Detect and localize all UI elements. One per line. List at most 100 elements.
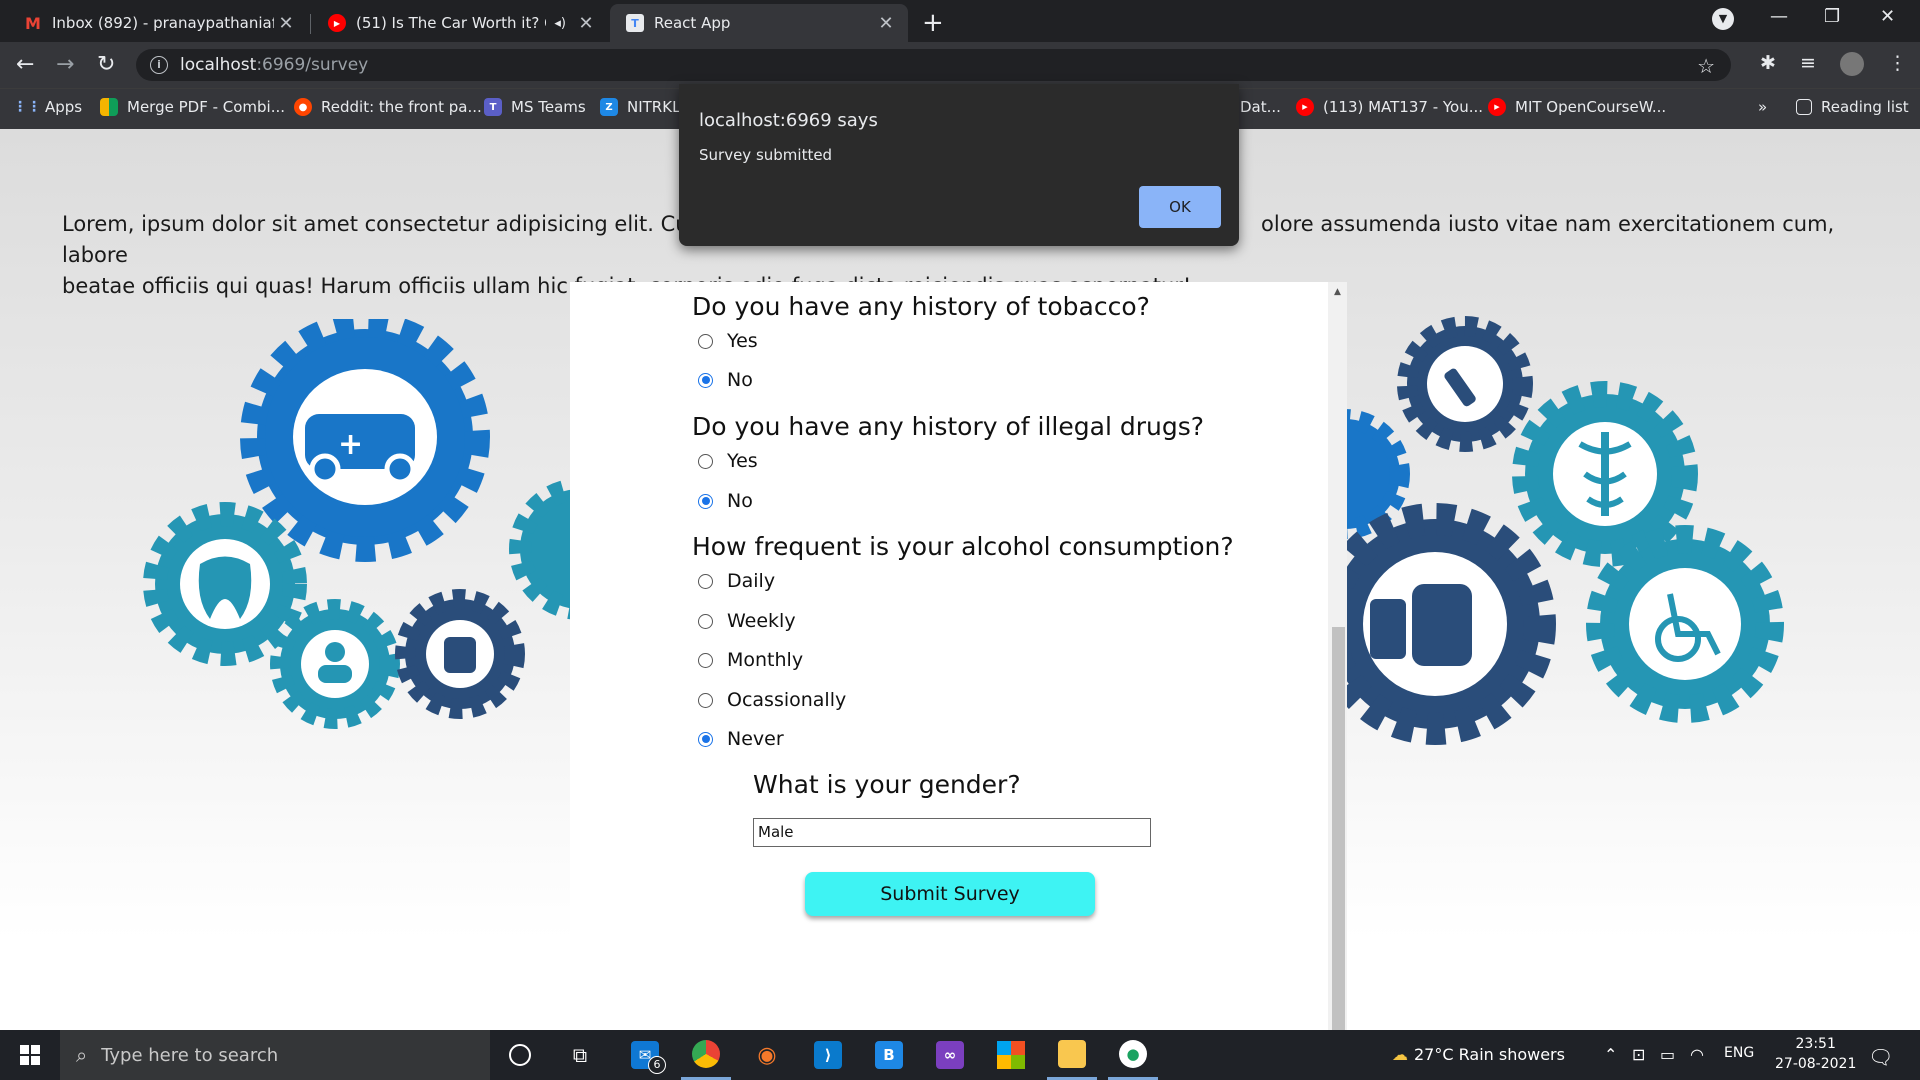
radio-label: Monthly [727, 649, 804, 671]
menu-icon[interactable]: ⋮ [1888, 52, 1907, 74]
tab-react-app[interactable]: T React App ✕ [610, 4, 908, 42]
mail-badge: 6 [648, 1056, 666, 1074]
vscode-icon[interactable]: ⟩ [803, 1030, 853, 1080]
tab-youtube[interactable]: ▶ (51) Is The Car Worth it? Onu ◂) ✕ [312, 4, 608, 42]
windows-start-icon[interactable] [5, 1030, 55, 1080]
tooth-gear-icon [143, 502, 307, 666]
new-tab-icon[interactable]: + [922, 8, 944, 38]
alert-message: Survey submitted [699, 146, 833, 164]
restore-icon[interactable]: ❐ [1824, 6, 1840, 27]
question-tobacco: Do you have any history of tobacco? [692, 292, 1150, 321]
radio-button[interactable] [698, 613, 713, 629]
wifi-icon[interactable]: ◠ [1690, 1045, 1704, 1064]
bookmarks-overflow-button[interactable]: » [1758, 98, 1767, 116]
extensions-icon[interactable]: ✱ [1760, 52, 1776, 74]
reddit-icon: ● [294, 98, 312, 116]
mail-icon[interactable]: ✉ 6 [620, 1030, 670, 1080]
media-control-icon[interactable]: ≡ [1800, 52, 1816, 74]
close-tab-icon[interactable]: ✕ [874, 13, 898, 34]
radio-tobacco-yes[interactable]: Yes [698, 330, 758, 352]
close-window-icon[interactable]: ✕ [1880, 6, 1895, 27]
rain-cloud-icon: ☁ [1392, 1045, 1408, 1064]
site-info-icon[interactable]: i [150, 56, 168, 74]
bookmark-reddit[interactable]: ● Reddit: the front pa... [294, 98, 482, 116]
radio-button[interactable] [698, 652, 713, 668]
bookmark-merge-pdf[interactable]: Merge PDF - Combi... [100, 98, 285, 116]
radio-alcohol-ocassionally[interactable]: Ocassionally [698, 689, 846, 711]
question-alcohol: How frequent is your alcohol consumption… [692, 532, 1234, 561]
reading-list-icon [1796, 99, 1812, 115]
bookmark-mit-ocw[interactable]: ▶ MIT OpenCourseW... [1488, 98, 1666, 116]
syringe-gear-icon [1397, 316, 1533, 452]
radio-button[interactable] [698, 333, 713, 349]
merge-pdf-icon [100, 98, 118, 116]
alert-ok-button[interactable]: OK [1139, 186, 1221, 228]
radio-button[interactable] [698, 453, 713, 469]
radio-button[interactable] [698, 692, 713, 708]
battery-icon[interactable]: ▭ [1660, 1045, 1675, 1064]
address-bar[interactable]: i localhost:6969/survey ☆ [136, 49, 1731, 81]
radio-alcohol-never[interactable]: Never [698, 728, 784, 750]
radio-drugs-no[interactable]: No [698, 490, 753, 512]
language-indicator[interactable]: ENG [1724, 1045, 1754, 1061]
clock-date: 27-08-2021 [1775, 1056, 1857, 1072]
file-explorer-icon[interactable] [1047, 1030, 1097, 1080]
survey-scrollbar[interactable]: ▲ ▼ [1328, 282, 1347, 1030]
app-b-icon[interactable]: B [864, 1030, 914, 1080]
tab-title: (51) Is The Car Worth it? Onu [356, 14, 546, 32]
back-icon[interactable]: ← [16, 52, 34, 77]
app-green-icon[interactable]: ● [1108, 1030, 1158, 1080]
task-view-icon[interactable]: ⧉ [555, 1030, 605, 1080]
blender-icon[interactable]: ◉ [742, 1030, 792, 1080]
radio-label: No [727, 369, 753, 391]
submit-survey-button[interactable]: Submit Survey [805, 872, 1095, 916]
radio-button[interactable] [698, 731, 713, 747]
radio-button[interactable] [698, 573, 713, 589]
bookmark-apps[interactable]: ⋮⋮ Apps [13, 98, 83, 116]
profile-avatar[interactable] [1840, 52, 1864, 76]
stethoscope-gear-partial [1340, 409, 1410, 539]
reading-list-button[interactable]: Reading list [1796, 98, 1909, 116]
meet-now-icon[interactable]: ⊡ [1632, 1045, 1645, 1064]
close-tab-icon[interactable]: ✕ [574, 13, 598, 34]
radio-alcohol-daily[interactable]: Daily [698, 570, 775, 592]
bookmark-nitrkl[interactable]: Z NITRKL [600, 98, 680, 116]
speaker-icon[interactable]: ◂) [554, 16, 566, 31]
bookmark-dat[interactable]: Dat... [1240, 98, 1281, 116]
taskbar-search-box[interactable]: ⌕ Type here to search [60, 1030, 490, 1080]
notifications-icon[interactable]: 🗨 [1868, 1045, 1893, 1069]
cortana-icon[interactable] [495, 1030, 545, 1080]
radio-alcohol-weekly[interactable]: Weekly [698, 610, 796, 632]
bookmark-star-icon[interactable]: ☆ [1697, 54, 1715, 78]
tab-divider [310, 14, 311, 34]
radio-alcohol-monthly[interactable]: Monthly [698, 649, 803, 671]
clock[interactable]: 23:51 27-08-2021 [1775, 1034, 1856, 1074]
tab-title: Inbox (892) - pranaypathaniafelik [52, 14, 274, 32]
weather-widget[interactable]: ☁ 27°C Rain showers [1392, 1045, 1565, 1064]
chrome-icon[interactable] [681, 1030, 731, 1080]
iv-bag-gear-icon [395, 589, 525, 719]
bookmark-ms-teams[interactable]: T MS Teams [484, 98, 586, 116]
weather-text: 27°C Rain showers [1414, 1045, 1565, 1064]
radio-tobacco-no[interactable]: No [698, 369, 753, 391]
microsoft-store-icon[interactable] [986, 1030, 1036, 1080]
radio-button[interactable] [698, 372, 713, 388]
forward-icon[interactable]: → [56, 52, 74, 77]
radio-label: Ocassionally [727, 689, 847, 711]
radio-button[interactable] [698, 493, 713, 509]
intro-text-left: Lorem, ipsum dolor sit amet consectetur … [62, 212, 710, 236]
close-tab-icon[interactable]: ✕ [274, 13, 298, 34]
bookmark-label: MS Teams [511, 98, 586, 116]
reload-icon[interactable]: ↻ [97, 52, 115, 77]
tab-gmail[interactable]: M Inbox (892) - pranaypathaniafelik ✕ [8, 4, 308, 42]
gender-input[interactable]: Male [753, 818, 1151, 847]
scroll-up-icon[interactable]: ▲ [1332, 287, 1343, 297]
bookmark-mat137[interactable]: ▶ (113) MAT137 - You... [1296, 98, 1483, 116]
show-hidden-icons-icon[interactable]: ⌃ [1604, 1045, 1617, 1064]
minimize-icon[interactable]: — [1770, 6, 1788, 27]
scrollbar-thumb[interactable] [1332, 627, 1345, 1030]
visual-studio-icon[interactable]: ∞ [925, 1030, 975, 1080]
tab-search-icon[interactable]: ▼ [1712, 8, 1734, 30]
radio-drugs-yes[interactable]: Yes [698, 450, 758, 472]
bookmark-label: Apps [45, 98, 83, 116]
